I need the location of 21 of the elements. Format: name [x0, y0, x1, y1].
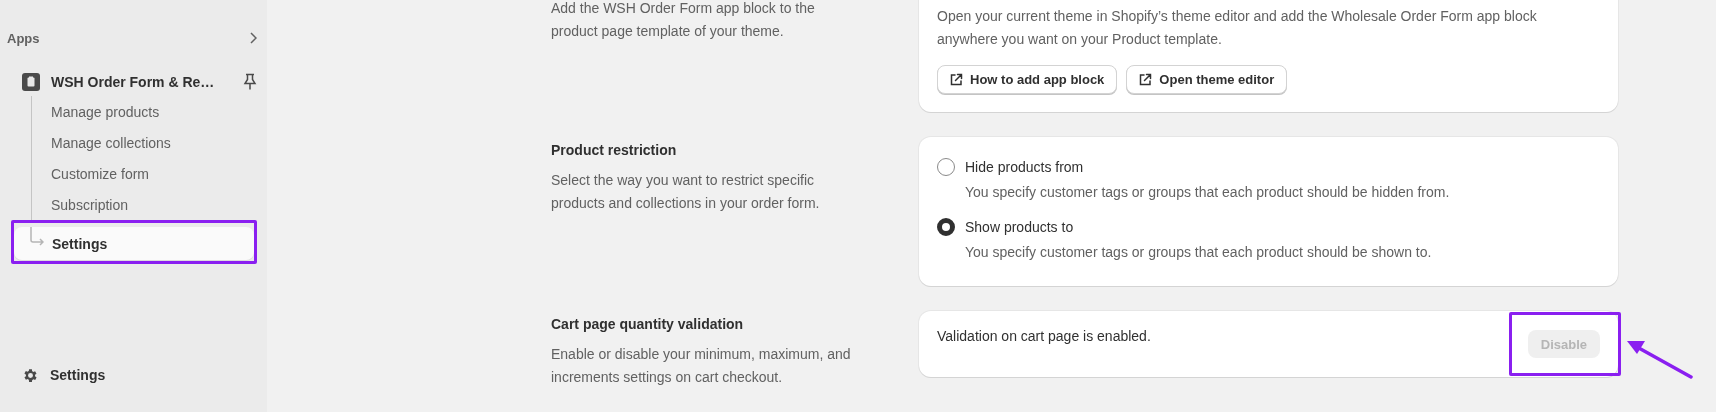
- section-title: Product restriction: [551, 141, 678, 160]
- app-name[interactable]: WSH Order Form & Re…: [51, 74, 243, 90]
- nav-item[interactable]: Subscription: [51, 189, 129, 220]
- link-button[interactable]: Open theme editor: [1126, 65, 1288, 94]
- nav-item[interactable]: Manage products: [51, 96, 160, 127]
- section-label: Apps: [7, 30, 40, 46]
- nav-item[interactable]: Customize form: [51, 158, 150, 189]
- radio-label[interactable]: Show products to: [965, 219, 1074, 235]
- section-description: Select the way you want to restrict specific products and collections in your order form.: [551, 171, 821, 213]
- nav-item[interactable]: Settings: [50, 367, 106, 383]
- nav-item[interactable]: Settings: [14, 227, 254, 260]
- help-text: You specify customer tags or groups that each product should be hidden from.: [965, 183, 1451, 202]
- card-text: Open your current theme in Shopify’s theme editor and add the Wholesale Order Form app block anywhere you want on your Product template.: [937, 7, 1538, 49]
- help-text: You specify customer tags or groups that each product should be shown to.: [965, 243, 1433, 262]
- section-description: Add the WSH Order Form app block to the product page template of your theme.: [551, 0, 816, 41]
- link-button[interactable]: How to add app block: [937, 65, 1118, 94]
- nav-item[interactable]: Manage collections: [51, 127, 171, 158]
- status-text: Validation on cart page is enabled.: [937, 327, 1151, 346]
- section-description: Enable or disable your minimum, maximum, and increments settings on cart checkout.: [551, 345, 852, 387]
- section-title: Cart page quantity validation: [551, 315, 745, 334]
- radio-label[interactable]: Hide products from: [965, 159, 1084, 175]
